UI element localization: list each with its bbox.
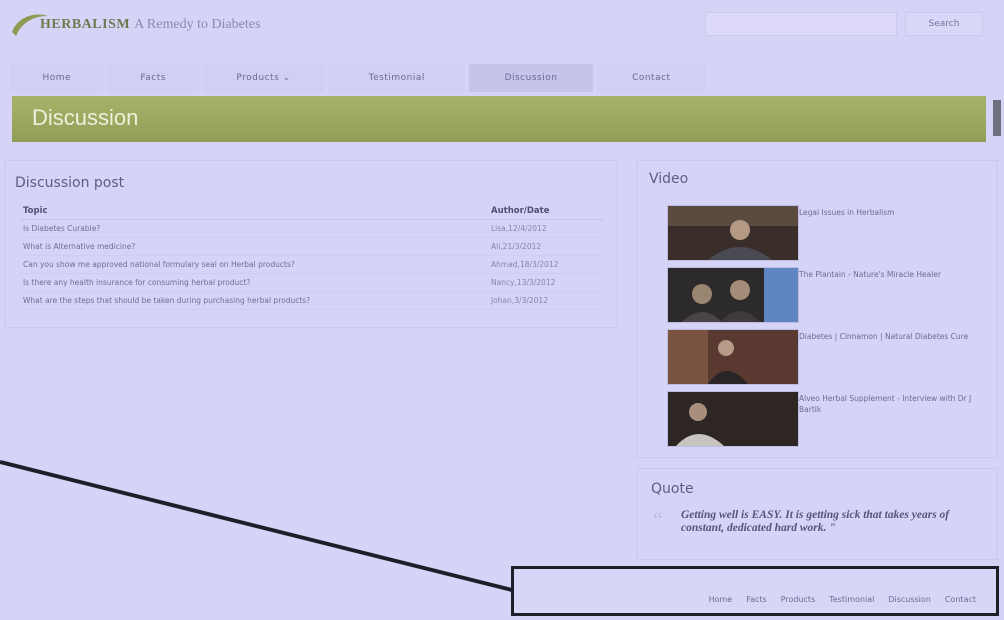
author-date: Johan,3/3/2012 — [487, 291, 605, 310]
video-panel: Video Legal Issues in Herbalism The Plan… — [636, 160, 998, 458]
scrollbar-thumb[interactable] — [993, 100, 1001, 136]
author-date: Ali,21/3/2012 — [487, 237, 605, 256]
video-thumbnail-image — [668, 206, 798, 260]
footer-link-discussion[interactable]: Discussion — [888, 595, 931, 604]
table-header-row: Topic Author/Date — [19, 203, 605, 220]
logo[interactable]: HERBALISM A Remedy to Diabetes — [10, 8, 260, 42]
footer-link-testimonial[interactable]: Testimonial — [829, 595, 874, 604]
topic-link[interactable]: Is there any health insurance for consum… — [19, 273, 487, 292]
logo-brand: HERBALISM — [40, 17, 131, 32]
page-banner: Discussion — [12, 96, 986, 142]
table-row[interactable]: What are the steps that should be taken … — [19, 291, 605, 310]
discussion-panel: Discussion post Topic Author/Date Is Dia… — [4, 160, 618, 328]
main-nav: Home Facts Products ⌄ Testimonial Discus… — [10, 64, 710, 92]
video-thumbnail-image — [668, 330, 798, 384]
nav-item-contact[interactable]: Contact — [596, 64, 706, 92]
search-button[interactable]: Search — [905, 12, 983, 36]
video-thumbnail[interactable] — [667, 267, 799, 323]
logo-tagline: A Remedy to Diabetes — [134, 17, 261, 32]
video-thumbnail-image — [668, 268, 798, 322]
topic-link[interactable]: Is Diabetes Curable? — [19, 219, 487, 238]
page-title: Discussion — [32, 105, 139, 130]
footer-callout-box: Home Facts Products Testimonial Discussi… — [511, 566, 999, 616]
topic-link[interactable]: Can you show me approved national formul… — [19, 255, 487, 274]
footer-link-facts[interactable]: Facts — [746, 595, 766, 604]
video-link[interactable]: Diabetes | Cinnamon | Natural Diabetes C… — [799, 331, 985, 342]
topic-link[interactable]: What is Alternative medicine? — [19, 237, 487, 256]
author-date: Lisa,12/4/2012 — [487, 219, 605, 238]
quote-panel: Quote “ Getting well is EASY. It is gett… — [636, 468, 998, 560]
video-link[interactable]: The Plantain - Nature's Miracle Healer — [799, 269, 985, 280]
video-thumbnail[interactable] — [667, 205, 799, 261]
column-header-author: Author/Date — [487, 203, 605, 220]
quote-mark-icon: “ — [653, 507, 663, 532]
table-row[interactable]: Is there any health insurance for consum… — [19, 273, 605, 292]
video-thumbnail-image — [668, 392, 798, 446]
search-input[interactable] — [705, 12, 897, 36]
table-row[interactable]: Can you show me approved national formul… — [19, 255, 605, 274]
quote-title: Quote — [651, 481, 694, 497]
quote-text: Getting well is EASY. It is getting sick… — [681, 509, 950, 534]
footer-link-products[interactable]: Products — [781, 595, 816, 604]
nav-item-discussion[interactable]: Discussion — [469, 64, 593, 92]
author-date: Nancy,13/3/2012 — [487, 273, 605, 292]
author-date: Ahmad,18/3/2012 — [487, 255, 605, 274]
nav-item-home[interactable]: Home — [10, 64, 104, 92]
video-title: Video — [649, 171, 689, 187]
nav-item-testimonial[interactable]: Testimonial — [328, 64, 466, 92]
footer-nav: Home Facts Products Testimonial Discussi… — [695, 595, 976, 604]
footer-link-contact[interactable]: Contact — [945, 595, 976, 604]
nav-item-facts[interactable]: Facts — [107, 64, 199, 92]
video-link[interactable]: Alveo Herbal Supplement - Interview with… — [799, 393, 985, 415]
video-link[interactable]: Legal Issues in Herbalism — [799, 207, 985, 218]
video-thumbnail[interactable] — [667, 329, 799, 385]
table-row[interactable]: What is Alternative medicine? Ali,21/3/2… — [19, 237, 605, 256]
video-thumbnail[interactable] — [667, 391, 799, 447]
topic-link[interactable]: What are the steps that should be taken … — [19, 291, 487, 310]
footer-link-home[interactable]: Home — [709, 595, 733, 604]
logo-text: HERBALISM A Remedy to Diabetes — [40, 17, 260, 33]
table-row[interactable]: Is Diabetes Curable? Lisa,12/4/2012 — [19, 219, 605, 238]
discussion-table: Topic Author/Date Is Diabetes Curable? L… — [19, 203, 605, 310]
nav-item-products[interactable]: Products ⌄ — [202, 64, 325, 92]
header: HERBALISM A Remedy to Diabetes Search — [0, 0, 1004, 52]
column-header-topic: Topic — [19, 203, 487, 220]
discussion-title: Discussion post — [15, 175, 125, 191]
